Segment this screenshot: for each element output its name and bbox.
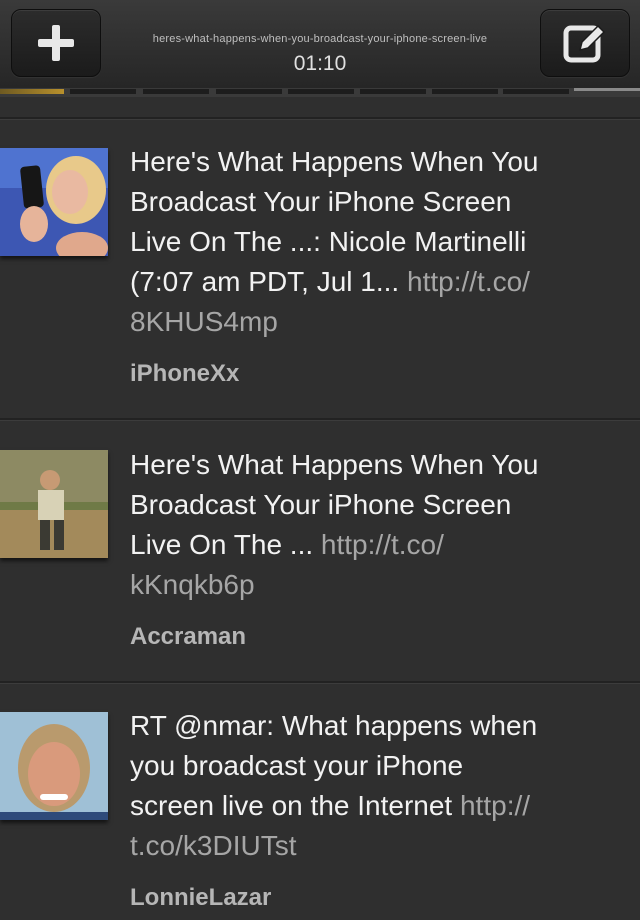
avatar[interactable] bbox=[0, 450, 108, 558]
tweet-text-line: Broadcast Your iPhone Screen bbox=[130, 186, 512, 217]
tweet-text-line: (7:07 am PDT, Jul 1... http://t.co/ bbox=[130, 262, 610, 302]
tweet-link[interactable]: 8KHUS4mp bbox=[130, 302, 610, 342]
avatar[interactable] bbox=[0, 712, 108, 820]
tweet-text: Here's What Happens When You Broadcast Y… bbox=[130, 445, 610, 605]
tweet-link[interactable]: http://t.co/ bbox=[407, 266, 530, 297]
playback-progress[interactable] bbox=[0, 88, 640, 97]
tweet-author[interactable]: LonnieLazar bbox=[130, 884, 271, 912]
tweet-item[interactable]: Here's What Happens When You Broadcast Y… bbox=[0, 120, 640, 418]
top-bar: heres-what-happens-when-you-broadcast-yo… bbox=[0, 0, 640, 89]
tweet-text: Here's What Happens When You Broadcast Y… bbox=[130, 142, 610, 342]
progress-segment bbox=[288, 89, 354, 94]
tweet-link[interactable]: t.co/k3DIUTst bbox=[130, 826, 610, 866]
tweet-text-line: Here's What Happens When You bbox=[130, 146, 539, 177]
tweet-text-line: you broadcast your iPhone bbox=[130, 750, 464, 781]
progress-segment bbox=[503, 89, 569, 94]
scroll-indicator bbox=[574, 88, 640, 91]
tweet-link[interactable]: kKnqkb6p bbox=[130, 565, 610, 605]
tweet-text-line: Here's What Happens When You bbox=[130, 449, 539, 480]
elapsed-time: 01:10 bbox=[293, 52, 347, 75]
tweet-text-line: Broadcast Your iPhone Screen bbox=[130, 489, 512, 520]
tweet-link[interactable]: http:// bbox=[460, 790, 530, 821]
tweet-item[interactable]: RT @nmar: What happens when you broadcas… bbox=[0, 684, 640, 920]
progress-fill bbox=[0, 89, 64, 94]
progress-segment bbox=[216, 89, 282, 94]
plus-icon bbox=[38, 25, 74, 61]
now-playing-title: heres-what-happens-when-you-broadcast-yo… bbox=[152, 33, 488, 45]
add-button[interactable] bbox=[11, 9, 101, 77]
compose-icon bbox=[563, 24, 606, 63]
tweet-text-line: Live On The ... http://t.co/ bbox=[130, 525, 610, 565]
compose-button[interactable] bbox=[540, 9, 630, 77]
progress-segment bbox=[143, 89, 209, 94]
tweet-text-line: Live On The ...: Nicole Martinelli bbox=[130, 226, 527, 257]
tweet-text-line: RT @nmar: What happens when bbox=[130, 710, 538, 741]
tweet-text: RT @nmar: What happens when you broadcas… bbox=[130, 706, 610, 866]
tweet-author[interactable]: iPhoneXx bbox=[130, 360, 239, 388]
tweet-text-fragment: screen live on the Internet bbox=[130, 790, 453, 821]
tweet-text-fragment: Live On The ... bbox=[130, 529, 314, 560]
tweet-author[interactable]: Accraman bbox=[130, 623, 246, 651]
tweet-text-line: screen live on the Internet http:// bbox=[130, 786, 610, 826]
tweet-link[interactable]: http://t.co/ bbox=[321, 529, 444, 560]
tweet-item[interactable]: Here's What Happens When You Broadcast Y… bbox=[0, 421, 640, 681]
tweet-text-fragment: (7:07 am PDT, Jul 1... bbox=[130, 266, 400, 297]
progress-segment bbox=[432, 89, 498, 94]
avatar[interactable] bbox=[0, 148, 108, 264]
progress-segment bbox=[70, 89, 136, 94]
progress-segment bbox=[360, 89, 426, 94]
